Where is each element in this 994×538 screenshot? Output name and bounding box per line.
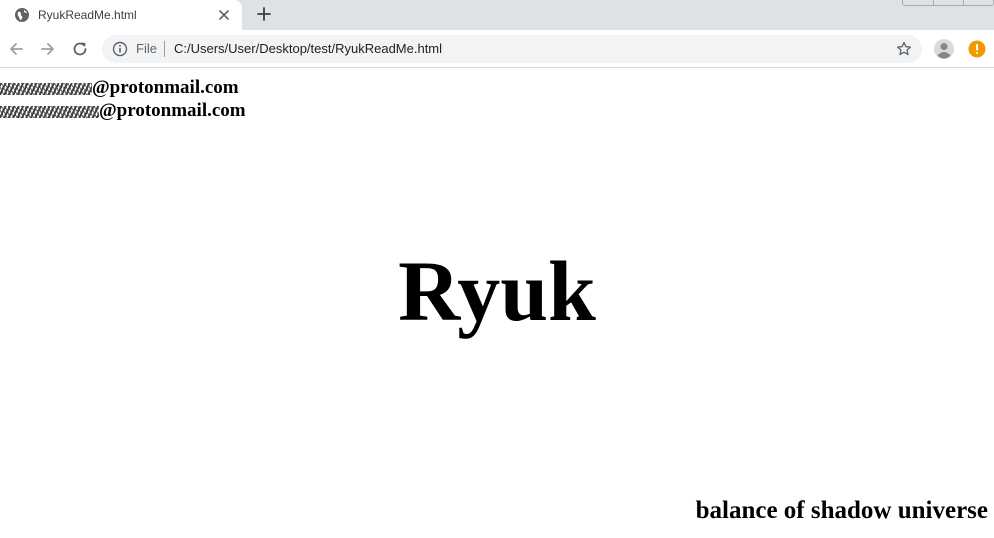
info-icon[interactable] xyxy=(112,41,128,57)
email-domain: @protonmail.com xyxy=(92,77,239,98)
scheme-label[interactable]: File xyxy=(136,41,157,57)
plus-icon[interactable] xyxy=(254,4,274,24)
redacted-username xyxy=(0,83,92,95)
window-control-divider xyxy=(963,0,964,5)
page-title: Ryuk xyxy=(398,243,596,339)
redacted-username xyxy=(0,106,99,118)
page-content: @protonmail.com @protonmail.com Ryuk bal… xyxy=(0,68,994,538)
arrow-left-icon[interactable] xyxy=(7,40,25,58)
footer-text: balance of shadow universe xyxy=(695,497,988,524)
star-icon[interactable] xyxy=(896,41,912,57)
url-text[interactable]: C:/Users/User/Desktop/test/RyukReadMe.ht… xyxy=(174,41,442,57)
address-divider xyxy=(164,41,165,57)
email-domain: @protonmail.com xyxy=(99,100,246,121)
tab-title: RyukReadMe.html xyxy=(38,8,137,22)
globe-icon xyxy=(15,8,29,22)
contact-email-1: @protonmail.com xyxy=(0,77,239,99)
address-bar[interactable]: File C:/Users/User/Desktop/test/RyukRead… xyxy=(102,35,922,63)
tab-strip: RyukReadMe.html xyxy=(0,0,994,30)
reload-icon[interactable] xyxy=(71,40,89,58)
close-icon[interactable] xyxy=(216,7,232,23)
arrow-right-icon[interactable] xyxy=(39,40,57,58)
alert-icon[interactable] xyxy=(968,40,986,58)
browser-toolbar: File C:/Users/User/Desktop/test/RyukRead… xyxy=(0,30,994,68)
window-control-divider xyxy=(933,0,934,5)
contact-email-2: @protonmail.com xyxy=(0,100,246,122)
window-controls[interactable] xyxy=(902,0,994,6)
browser-tab[interactable]: RyukReadMe.html xyxy=(0,0,242,30)
avatar-icon[interactable] xyxy=(934,39,954,59)
